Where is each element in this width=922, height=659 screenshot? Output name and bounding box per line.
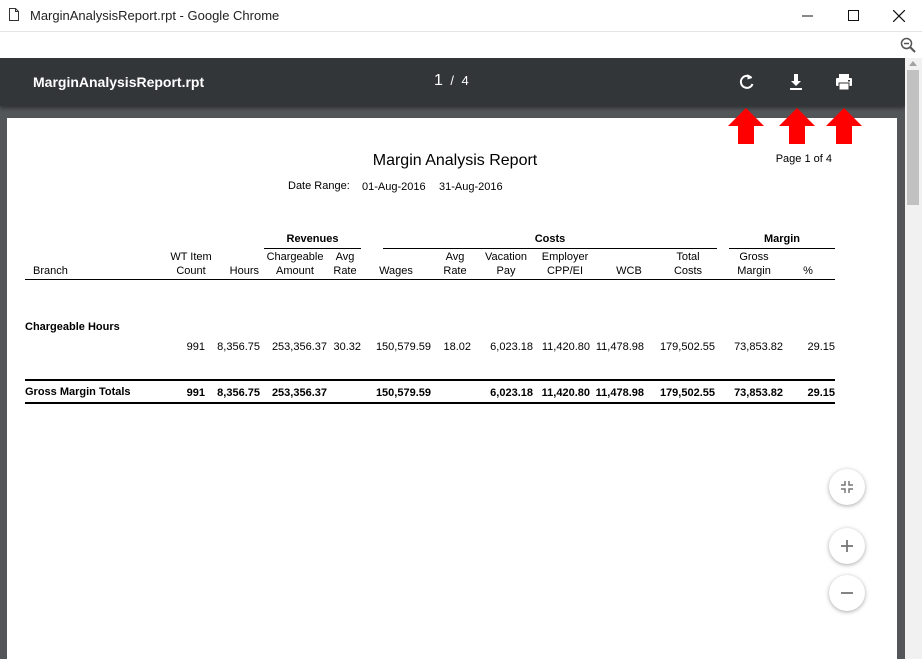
totals-wages: 150,579.59 xyxy=(375,387,431,399)
col-total-costs-2: Costs xyxy=(673,265,703,277)
download-icon[interactable] xyxy=(786,72,806,92)
col-avg-rate-2: Rate xyxy=(333,265,357,277)
section-label: Chargeable Hours xyxy=(25,321,120,333)
col-cost-avg-rate-2: Rate xyxy=(443,265,467,277)
row-avg-rate: 30.32 xyxy=(333,341,361,353)
row-count: 991 xyxy=(186,341,205,353)
col-gross-margin-2: Margin xyxy=(737,265,771,277)
revenues-rule xyxy=(264,248,361,249)
file-name: MarginAnalysisReport.rpt xyxy=(33,74,205,90)
page-label: Page 1 of 4 xyxy=(775,153,832,165)
close-icon xyxy=(893,9,905,22)
report-title: Margin Analysis Report xyxy=(372,152,538,169)
totals-pct: 29.15 xyxy=(807,387,835,399)
report-page: Margin Analysis Report Page 1 of 4 Date … xyxy=(7,118,897,659)
totals-bottom-rule xyxy=(25,402,835,404)
totals-employer: 11,420.80 xyxy=(541,387,590,399)
annotation-arrow-download xyxy=(779,108,815,144)
col-chargeable-2: Amount xyxy=(276,265,314,277)
totals-vacation: 6,023.18 xyxy=(490,387,533,399)
totals-top-rule xyxy=(25,379,835,381)
row-vacation: 6,023.18 xyxy=(490,341,533,353)
row-wcb: 11,478.98 xyxy=(595,341,644,353)
fit-page-icon xyxy=(841,481,853,493)
document-icon xyxy=(9,8,19,21)
row-gross-margin: 73,853.82 xyxy=(734,341,783,353)
print-icon[interactable] xyxy=(834,72,854,92)
row-employer: 11,420.80 xyxy=(541,341,590,353)
zoom-out-icon xyxy=(841,592,853,594)
row-pct: 29.15 xyxy=(807,341,835,353)
vertical-scrollbar[interactable] xyxy=(905,58,922,659)
col-hours: Hours xyxy=(229,265,259,277)
totals-total-costs: 179,502.55 xyxy=(659,387,715,399)
date-range-label: Date Range: xyxy=(288,180,350,192)
annotation-arrow-print xyxy=(826,108,862,144)
col-employer-2: CPP/EI xyxy=(546,265,584,277)
page-separator: / xyxy=(450,73,454,88)
col-vacation-2: Pay xyxy=(496,265,516,277)
date-from: 01-Aug-2016 xyxy=(362,181,426,193)
col-wt-item-2: Count xyxy=(176,265,206,277)
window-title-bar: MarginAnalysisReport.rpt - Google Chrome xyxy=(0,0,922,32)
zoom-in-button[interactable] xyxy=(829,528,865,564)
totals-label: Gross Margin Totals xyxy=(25,386,131,398)
col-branch: Branch xyxy=(33,265,68,277)
col-chargeable-1: Chargeable xyxy=(266,251,324,263)
col-wt-item-1: WT Item xyxy=(170,251,212,263)
group-costs: Costs xyxy=(534,233,566,245)
totals-hours: 8,356.75 xyxy=(217,387,260,399)
close-button[interactable] xyxy=(876,0,922,31)
row-total-costs: 179,502.55 xyxy=(659,341,715,353)
row-cost-avg-rate: 18.02 xyxy=(443,341,471,353)
maximize-button[interactable] xyxy=(830,0,876,31)
group-revenues: Revenues xyxy=(286,233,339,245)
current-page[interactable]: 1 xyxy=(434,72,443,89)
viewer-toolbar: MarginAnalysisReport.rpt 1 / 4 xyxy=(0,58,905,106)
rotate-icon[interactable] xyxy=(737,72,757,92)
zoom-in-icon xyxy=(841,540,853,552)
zoom-out-button[interactable] xyxy=(829,575,865,611)
costs-rule xyxy=(383,248,717,249)
col-employer-1: Employer xyxy=(541,251,589,263)
totals-gross-margin: 73,853.82 xyxy=(734,387,783,399)
window-title: MarginAnalysisReport.rpt - Google Chrome xyxy=(30,8,280,23)
row-amount: 253,356.37 xyxy=(271,341,327,353)
minimize-icon xyxy=(801,15,813,17)
totals-amount: 253,356.37 xyxy=(271,387,327,399)
total-pages: 4 xyxy=(461,73,469,88)
col-wcb: WCB xyxy=(616,265,642,277)
col-cost-avg-rate-1: Avg xyxy=(445,251,465,263)
pdf-viewer: MarginAnalysisReport.rpt 1 / 4 Margin An… xyxy=(0,58,905,659)
maximize-icon xyxy=(847,10,859,21)
page-indicator: 1 / 4 xyxy=(434,72,469,90)
address-bar xyxy=(0,32,922,59)
annotation-arrow-rotate xyxy=(728,108,764,144)
col-avg-rate-1: Avg xyxy=(335,251,355,263)
margin-rule xyxy=(729,248,835,249)
col-gross-margin-1: Gross xyxy=(739,251,769,263)
scrollbar-thumb[interactable] xyxy=(907,70,919,205)
fit-page-button[interactable] xyxy=(829,469,865,505)
group-margin: Margin xyxy=(763,233,801,245)
row-wages: 150,579.59 xyxy=(375,341,431,353)
col-vacation-1: Vacation xyxy=(485,251,527,263)
header-rule xyxy=(25,279,835,280)
date-to: 31-Aug-2016 xyxy=(439,181,503,193)
totals-count: 991 xyxy=(186,387,205,399)
col-total-costs-1: Total xyxy=(676,251,700,263)
totals-wcb: 11,478.98 xyxy=(595,387,644,399)
minimize-button[interactable] xyxy=(784,0,830,31)
row-hours: 8,356.75 xyxy=(217,341,260,353)
col-pct: % xyxy=(803,265,813,277)
scroll-up-arrow[interactable] xyxy=(909,61,917,66)
col-wages: Wages xyxy=(379,265,413,277)
zoom-out-icon[interactable] xyxy=(900,37,916,53)
